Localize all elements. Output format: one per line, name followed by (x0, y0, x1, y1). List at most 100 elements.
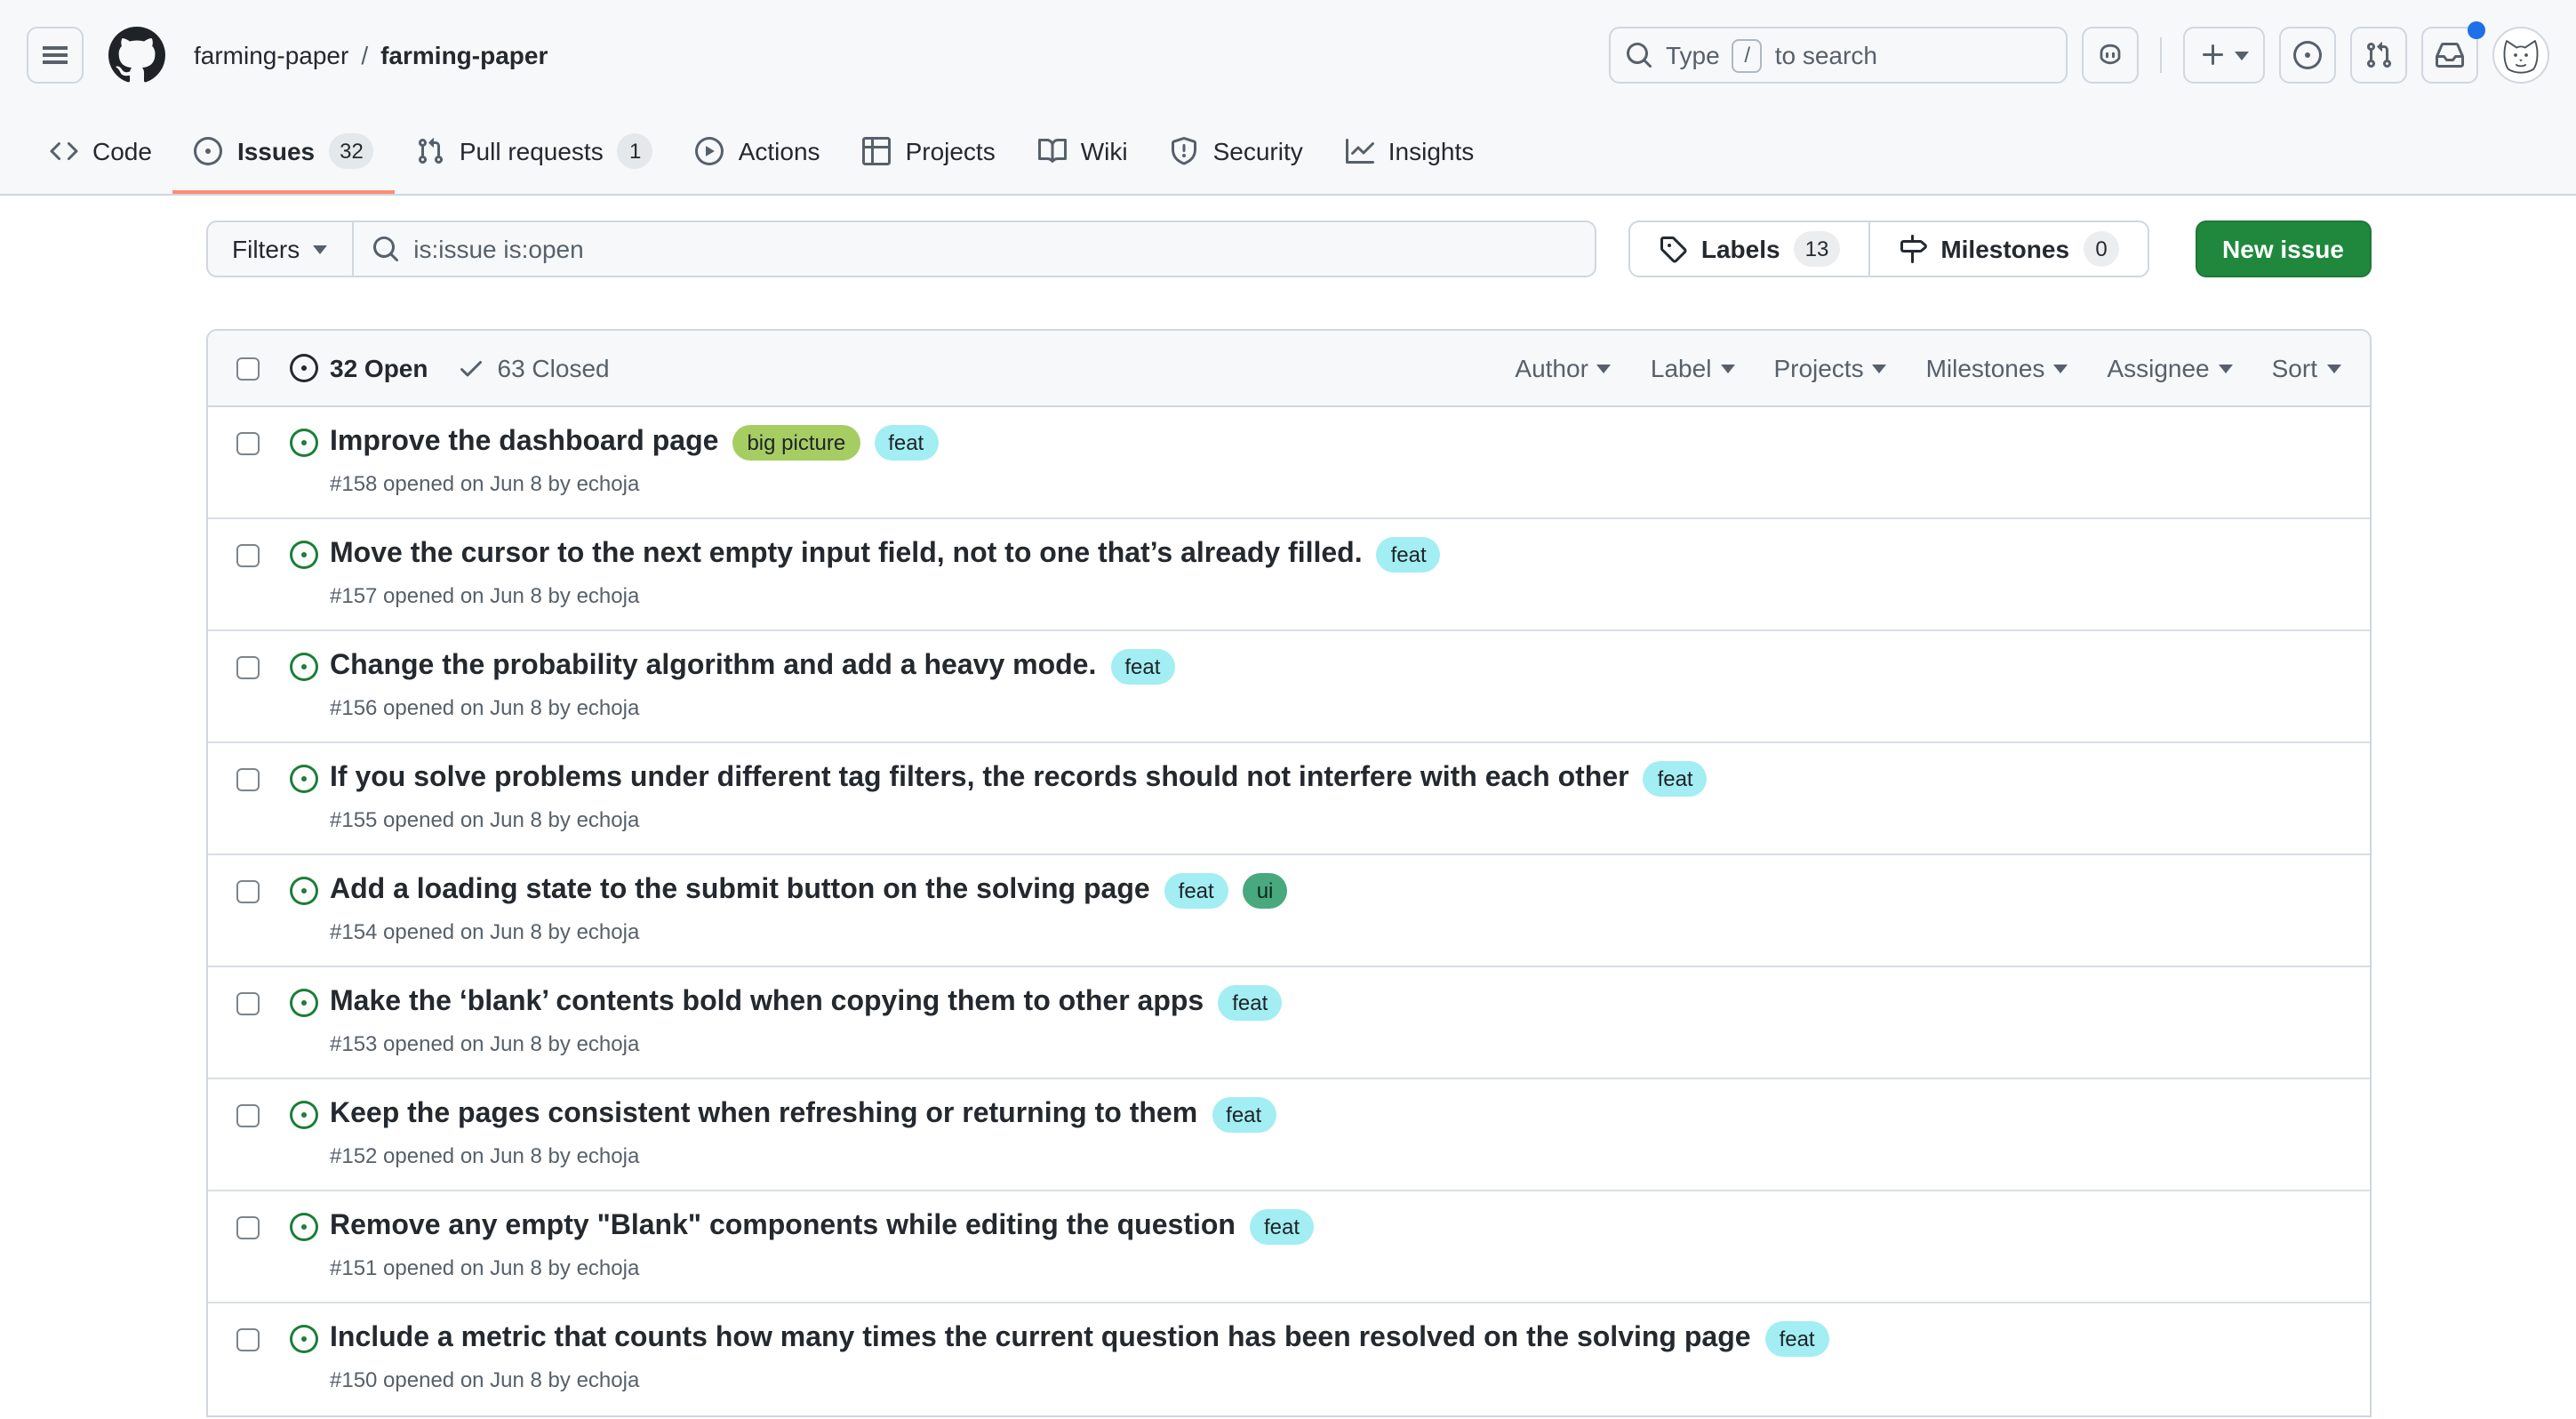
list-filter-dropdowns: Author Label Projects Milestones Assigne… (1515, 354, 2340, 382)
issue-row: Make the ‘blank’ contents bold when copy… (207, 967, 2369, 1079)
issue-title-link[interactable]: Make the ‘blank’ contents bold when copy… (330, 985, 1204, 1021)
issue-label[interactable]: feat (1377, 537, 1441, 573)
pull-requests-dashboard-button[interactable] (2350, 27, 2407, 84)
search-placeholder-suffix: to search (1775, 41, 1877, 69)
issue-title-link[interactable]: Remove any empty "Blank" components whil… (330, 1209, 1236, 1245)
issue-title-link[interactable]: Include a metric that counts how many ti… (330, 1321, 1751, 1357)
tab-wiki[interactable]: Wiki (1017, 110, 1149, 194)
tab-code[interactable]: Code (28, 110, 173, 194)
issue-title-link[interactable]: Keep the pages consistent when refreshin… (330, 1097, 1197, 1133)
chevron-down-icon (312, 245, 326, 261)
tab-label: Insights (1388, 136, 1475, 164)
issue-label[interactable]: big picture (732, 425, 860, 461)
dropdown-label: Sort (2272, 354, 2317, 382)
main-content: Filters is:issue is:open Labels 13 (0, 196, 2576, 1417)
issue-open-icon (289, 989, 317, 1017)
filters-dropdown-button[interactable]: Filters (205, 220, 353, 277)
tab-projects[interactable]: Projects (842, 110, 1017, 194)
tab-label: Code (92, 136, 152, 164)
chevron-down-icon (2326, 364, 2340, 380)
breadcrumb: farming-paper / farming-paper (194, 41, 548, 69)
issue-select-checkbox[interactable] (236, 880, 259, 903)
hamburger-menu-button[interactable] (27, 27, 84, 84)
assignee-filter-dropdown[interactable]: Assignee (2107, 354, 2232, 382)
chevron-down-icon (1720, 364, 1734, 380)
issue-meta: #158 opened on Jun 8 by echoja (330, 471, 2340, 496)
issue-label[interactable]: feat (1218, 985, 1282, 1021)
issue-row: Include a metric that counts how many ti… (207, 1303, 2369, 1415)
play-icon (696, 136, 724, 164)
issues-search-query: is:issue is:open (413, 235, 583, 263)
issue-select-checkbox[interactable] (236, 656, 259, 679)
issue-label[interactable]: feat (1644, 761, 1708, 797)
issue-select-checkbox[interactable] (236, 1328, 259, 1351)
dropdown-label: Assignee (2107, 354, 2209, 382)
milestones-button[interactable]: Milestones 0 (1869, 222, 2148, 276)
open-count-label: 32 Open (330, 354, 428, 382)
issue-label[interactable]: feat (1164, 873, 1228, 909)
issue-meta: #152 opened on Jun 8 by echoja (330, 1143, 2340, 1168)
github-issues-page: farming-paper / farming-paper Type / to … (0, 0, 2576, 1419)
tab-insights[interactable]: Insights (1324, 110, 1496, 194)
github-logo[interactable] (108, 27, 165, 84)
inbox-icon (2436, 41, 2464, 69)
issue-label[interactable]: feat (874, 425, 938, 461)
closed-issues-filter[interactable]: 63 Closed (457, 354, 610, 382)
git-pull-request-icon (2364, 41, 2393, 69)
pull-requests-count-badge: 1 (618, 132, 653, 168)
label-filter-dropdown[interactable]: Label (1651, 354, 1735, 382)
issue-select-checkbox[interactable] (236, 768, 259, 791)
issue-label[interactable]: feat (1250, 1209, 1314, 1245)
labels-button[interactable]: Labels 13 (1630, 222, 1869, 276)
tab-label: Security (1213, 136, 1303, 164)
avatar-cat-sketch (2494, 28, 2548, 82)
tab-label: Wiki (1081, 136, 1128, 164)
issues-list-header: 32 Open 63 Closed Author Label Projects … (207, 331, 2369, 407)
avatar[interactable] (2492, 27, 2549, 84)
tab-issues[interactable]: Issues 32 (173, 110, 396, 194)
issue-title-link[interactable]: Move the cursor to the next empty input … (330, 537, 1363, 573)
filters-label: Filters (232, 235, 300, 263)
breadcrumb-owner-link[interactable]: farming-paper (194, 41, 348, 69)
milestones-count-badge: 0 (2084, 231, 2119, 267)
issue-row: Change the probability algorithm and add… (207, 631, 2369, 743)
issues-dashboard-button[interactable] (2279, 27, 2336, 84)
issue-title-link[interactable]: Change the probability algorithm and add… (330, 649, 1096, 685)
create-new-button[interactable] (2183, 27, 2265, 84)
issue-select-checkbox[interactable] (236, 544, 259, 567)
projects-filter-dropdown[interactable]: Projects (1773, 354, 1886, 382)
issue-meta: #155 opened on Jun 8 by echoja (330, 807, 2340, 832)
labels-label: Labels (1701, 235, 1780, 263)
select-all-checkbox[interactable] (236, 357, 259, 380)
sort-filter-dropdown[interactable]: Sort (2272, 354, 2340, 382)
issue-label[interactable]: feat (1765, 1321, 1829, 1357)
tab-security[interactable]: Security (1149, 110, 1324, 194)
issue-label[interactable]: feat (1212, 1097, 1276, 1133)
issue-select-checkbox[interactable] (236, 1216, 259, 1239)
issue-select-checkbox[interactable] (236, 432, 259, 455)
tab-actions[interactable]: Actions (675, 110, 842, 194)
global-search-input[interactable]: Type / to search (1609, 27, 2068, 84)
open-issues-filter[interactable]: 32 Open (289, 354, 428, 382)
issue-label[interactable]: ui (1243, 873, 1288, 909)
issue-select-checkbox[interactable] (236, 992, 259, 1015)
issue-meta: #154 opened on Jun 8 by echoja (330, 919, 2340, 944)
issue-title-link[interactable]: If you solve problems under different ta… (330, 761, 1629, 797)
shield-icon (1171, 136, 1199, 164)
copilot-button[interactable] (2082, 27, 2139, 84)
tab-pull-requests[interactable]: Pull requests 1 (396, 110, 675, 194)
author-filter-dropdown[interactable]: Author (1515, 354, 1612, 382)
issues-search-input[interactable]: is:issue is:open (353, 220, 1596, 277)
milestones-filter-dropdown[interactable]: Milestones (1926, 354, 2068, 382)
issue-label[interactable]: feat (1110, 649, 1174, 685)
issue-open-icon (289, 1213, 317, 1241)
issue-row: Remove any empty "Blank" components whil… (207, 1191, 2369, 1303)
breadcrumb-repo-link[interactable]: farming-paper (380, 41, 548, 69)
issue-title-link[interactable]: Improve the dashboard page (330, 425, 718, 461)
issue-open-icon (289, 1101, 317, 1129)
repo-tab-bar: Code Issues 32 Pull requests 1 Actions P… (0, 110, 2576, 196)
issue-select-checkbox[interactable] (236, 1104, 259, 1127)
tab-label: Projects (906, 136, 996, 164)
issue-title-link[interactable]: Add a loading state to the submit button… (330, 873, 1150, 909)
new-issue-button[interactable]: New issue (2196, 220, 2371, 277)
